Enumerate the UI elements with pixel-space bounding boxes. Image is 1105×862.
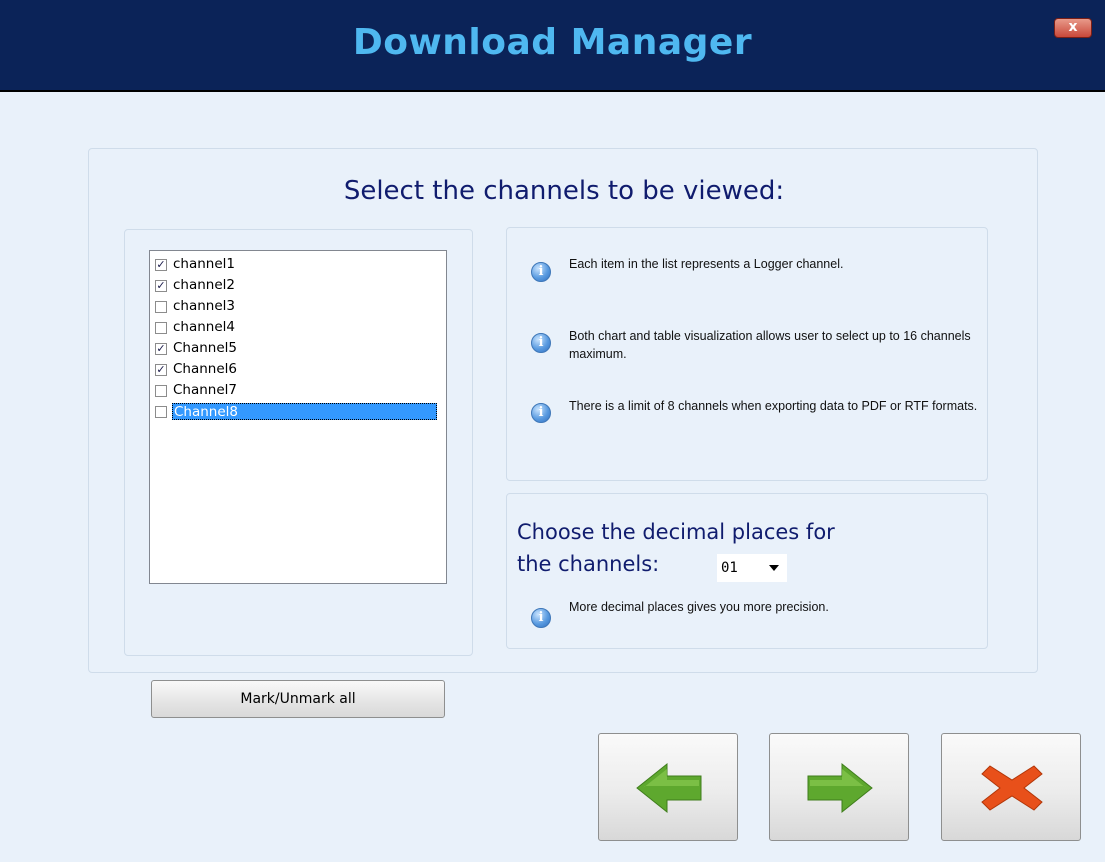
channel-item-selected[interactable]: Channel8 [155,403,443,420]
next-button[interactable] [769,733,909,841]
channel-list-group: ✓ channel1 ✓ channel2 channel3 channel4 … [124,229,473,718]
info-icon: i [531,403,551,423]
channel-label: Channel7 [173,382,238,398]
arrow-left-icon [636,762,702,814]
info-icon: i [531,608,551,628]
channel-checkbox[interactable] [155,406,167,418]
channel-label: channel2 [173,277,236,293]
channel-label: channel1 [173,256,236,272]
channel-item[interactable]: Channel7 [155,382,443,399]
channel-label: Channel5 [173,340,238,356]
cancel-button[interactable] [941,733,1081,841]
channel-label: channel4 [173,319,236,335]
close-icon: x [1068,19,1078,35]
channel-item[interactable]: channel4 [155,319,443,336]
channel-item[interactable]: ✓ Channel6 [155,361,443,378]
info-text: Both chart and table visualization allow… [569,329,971,361]
channel-item[interactable]: ✓ Channel5 [155,340,443,357]
channel-checkbox[interactable]: ✓ [155,280,167,292]
channel-checkbox[interactable]: ✓ [155,259,167,271]
chevron-down-icon [769,565,779,571]
channel-label: Channel6 [173,361,238,377]
info-text: Each item in the list represents a Logge… [569,257,844,271]
channel-item[interactable]: channel3 [155,298,443,315]
panel-heading: Select the channels to be viewed: [343,176,785,206]
channel-checkbox[interactable] [155,322,167,334]
decimal-places-box: Choose the decimal places for the channe… [506,493,988,649]
arrow-right-icon [807,762,873,814]
info-icon: i [531,333,551,353]
info-icon: i [531,262,551,282]
channel-checkbox[interactable]: ✓ [155,364,167,376]
decimal-places-title: Choose the decimal places for the channe… [517,516,835,580]
window-title: Download Manager [352,22,753,63]
mark-unmark-all-button[interactable]: Mark/Unmark all [151,680,445,718]
decimal-title-line2: the channels: [517,552,660,576]
info-text: There is a limit of 8 channels when expo… [569,399,978,413]
channel-item[interactable]: ✓ channel1 [155,256,443,273]
decimal-title-line1: Choose the decimal places for [517,520,835,544]
channel-checkbox[interactable]: ✓ [155,343,167,355]
back-button[interactable] [598,733,738,841]
channel-checkbox[interactable] [155,301,167,313]
decimal-hint: More decimal places gives you more preci… [569,600,829,614]
channel-label: Channel8 [172,403,437,420]
title-bar: Download Manager x [0,0,1105,92]
channel-label: channel3 [173,298,236,314]
channel-checkbox[interactable] [155,385,167,397]
info-box: i Each item in the list represents a Log… [506,227,988,481]
channel-list[interactable]: ✓ channel1 ✓ channel2 channel3 channel4 … [149,250,447,584]
decimal-places-value: 01 [721,560,738,576]
channel-item[interactable]: ✓ channel2 [155,277,443,294]
cancel-x-icon [981,765,1043,811]
decimal-places-dropdown[interactable]: 01 [717,554,787,582]
close-button[interactable]: x [1054,18,1092,38]
